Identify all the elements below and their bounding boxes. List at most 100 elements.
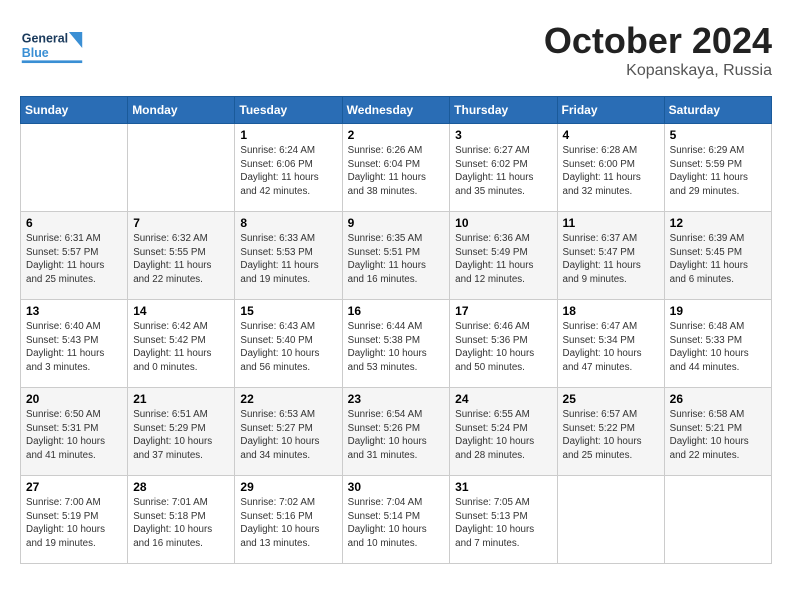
day-info: Sunrise: 6:42 AM Sunset: 5:42 PM Dayligh… bbox=[133, 320, 229, 375]
table-row: 22Sunrise: 6:53 AM Sunset: 5:27 PM Dayli… bbox=[235, 388, 342, 476]
day-info: Sunrise: 7:05 AM Sunset: 5:13 PM Dayligh… bbox=[455, 496, 551, 551]
header-thursday: Thursday bbox=[450, 97, 557, 124]
page-header: General Blue October 2024 Kopanskaya, Ru… bbox=[20, 20, 772, 80]
day-info: Sunrise: 6:50 AM Sunset: 5:31 PM Dayligh… bbox=[26, 408, 122, 463]
table-row: 3 Sunrise: 6:27 AM Sunset: 6:02 PM Daylig… bbox=[450, 124, 557, 212]
table-row: 31 Sunrise: 7:05 AM Sunset: 5:13 PM Dayli… bbox=[450, 476, 557, 564]
day-number: 11 bbox=[563, 216, 659, 230]
day-info: Sunrise: 6:36 AM Sunset: 5:49 PM Dayligh… bbox=[455, 232, 551, 287]
header-saturday: Saturday bbox=[664, 97, 771, 124]
calendar-table: Sunday Monday Tuesday Wednesday Thursday… bbox=[20, 96, 772, 564]
svg-text:Blue: Blue bbox=[22, 46, 49, 60]
day-info: Sunrise: 6:24 AM Sunset: 6:06 PM Dayligh… bbox=[240, 144, 336, 199]
day-info: Sunrise: 6:43 AM Sunset: 5:40 PM Dayligh… bbox=[240, 320, 336, 375]
day-number: 16 bbox=[348, 304, 445, 318]
day-info: Sunrise: 7:01 AM Sunset: 5:18 PM Dayligh… bbox=[133, 496, 229, 551]
day-number: 24 bbox=[455, 392, 551, 406]
day-number: 10 bbox=[455, 216, 551, 230]
day-number: 20 bbox=[26, 392, 122, 406]
table-row: 6 Sunrise: 6:31 AM Sunset: 5:57 PM Daylig… bbox=[21, 212, 128, 300]
calendar-week-3: 13 Sunrise: 6:40 AM Sunset: 5:43 PM Dayli… bbox=[21, 300, 772, 388]
calendar-header-row: Sunday Monday Tuesday Wednesday Thursday… bbox=[21, 97, 772, 124]
day-number: 2 bbox=[348, 128, 445, 142]
day-number: 9 bbox=[348, 216, 445, 230]
day-info: Sunrise: 6:39 AM Sunset: 5:45 PM Dayligh… bbox=[670, 232, 766, 287]
day-info: Sunrise: 6:44 AM Sunset: 5:38 PM Dayligh… bbox=[348, 320, 445, 375]
table-row: 13 Sunrise: 6:40 AM Sunset: 5:43 PM Dayli… bbox=[21, 300, 128, 388]
table-row: 8Sunrise: 6:33 AM Sunset: 5:53 PM Daylig… bbox=[235, 212, 342, 300]
day-info: Sunrise: 6:55 AM Sunset: 5:24 PM Dayligh… bbox=[455, 408, 551, 463]
table-row: 7Sunrise: 6:32 AM Sunset: 5:55 PM Daylig… bbox=[128, 212, 235, 300]
title-area: October 2024 Kopanskaya, Russia bbox=[544, 20, 772, 80]
day-number: 21 bbox=[133, 392, 229, 406]
day-number: 31 bbox=[455, 480, 551, 494]
day-number: 18 bbox=[563, 304, 659, 318]
table-row: 12 Sunrise: 6:39 AM Sunset: 5:45 PM Dayli… bbox=[664, 212, 771, 300]
day-number: 1 bbox=[240, 128, 336, 142]
table-row: 20 Sunrise: 6:50 AM Sunset: 5:31 PM Dayli… bbox=[21, 388, 128, 476]
table-row: 5Sunrise: 6:29 AM Sunset: 5:59 PM Daylig… bbox=[664, 124, 771, 212]
day-info: Sunrise: 7:00 AM Sunset: 5:19 PM Dayligh… bbox=[26, 496, 122, 551]
svg-text:General: General bbox=[22, 32, 68, 46]
day-number: 17 bbox=[455, 304, 551, 318]
day-info: Sunrise: 6:58 AM Sunset: 5:21 PM Dayligh… bbox=[670, 408, 766, 463]
day-number: 8 bbox=[240, 216, 336, 230]
table-row: 25 Sunrise: 6:57 AM Sunset: 5:22 PM Dayli… bbox=[557, 388, 664, 476]
logo: General Blue bbox=[20, 20, 100, 75]
day-number: 28 bbox=[133, 480, 229, 494]
day-number: 5 bbox=[670, 128, 766, 142]
table-row bbox=[664, 476, 771, 564]
table-row: 23 Sunrise: 6:54 AM Sunset: 5:26 PM Dayli… bbox=[342, 388, 450, 476]
day-info: Sunrise: 6:28 AM Sunset: 6:00 PM Dayligh… bbox=[563, 144, 659, 199]
day-info: Sunrise: 6:35 AM Sunset: 5:51 PM Dayligh… bbox=[348, 232, 445, 287]
day-number: 23 bbox=[348, 392, 445, 406]
day-info: Sunrise: 6:31 AM Sunset: 5:57 PM Dayligh… bbox=[26, 232, 122, 287]
day-info: Sunrise: 6:57 AM Sunset: 5:22 PM Dayligh… bbox=[563, 408, 659, 463]
table-row: 19 Sunrise: 6:48 AM Sunset: 5:33 PM Dayli… bbox=[664, 300, 771, 388]
day-number: 12 bbox=[670, 216, 766, 230]
day-number: 27 bbox=[26, 480, 122, 494]
day-info: Sunrise: 6:51 AM Sunset: 5:29 PM Dayligh… bbox=[133, 408, 229, 463]
day-number: 15 bbox=[240, 304, 336, 318]
logo-svg: General Blue bbox=[20, 20, 100, 75]
day-number: 6 bbox=[26, 216, 122, 230]
day-number: 19 bbox=[670, 304, 766, 318]
day-number: 30 bbox=[348, 480, 445, 494]
day-number: 7 bbox=[133, 216, 229, 230]
table-row: 27 Sunrise: 7:00 AM Sunset: 5:19 PM Dayli… bbox=[21, 476, 128, 564]
table-row: 15 Sunrise: 6:43 AM Sunset: 5:40 PM Dayli… bbox=[235, 300, 342, 388]
day-info: Sunrise: 6:40 AM Sunset: 5:43 PM Dayligh… bbox=[26, 320, 122, 375]
calendar-week-4: 20 Sunrise: 6:50 AM Sunset: 5:31 PM Dayli… bbox=[21, 388, 772, 476]
table-row: 9 Sunrise: 6:35 AM Sunset: 5:51 PM Daylig… bbox=[342, 212, 450, 300]
table-row: 10 Sunrise: 6:36 AM Sunset: 5:49 PM Dayli… bbox=[450, 212, 557, 300]
day-info: Sunrise: 6:47 AM Sunset: 5:34 PM Dayligh… bbox=[563, 320, 659, 375]
location: Kopanskaya, Russia bbox=[544, 62, 772, 80]
day-number: 29 bbox=[240, 480, 336, 494]
table-row: 26 Sunrise: 6:58 AM Sunset: 5:21 PM Dayli… bbox=[664, 388, 771, 476]
day-info: Sunrise: 6:27 AM Sunset: 6:02 PM Dayligh… bbox=[455, 144, 551, 199]
table-row: 11 Sunrise: 6:37 AM Sunset: 5:47 PM Dayli… bbox=[557, 212, 664, 300]
day-number: 26 bbox=[670, 392, 766, 406]
day-number: 3 bbox=[455, 128, 551, 142]
day-info: Sunrise: 6:48 AM Sunset: 5:33 PM Dayligh… bbox=[670, 320, 766, 375]
day-info: Sunrise: 6:54 AM Sunset: 5:26 PM Dayligh… bbox=[348, 408, 445, 463]
day-info: Sunrise: 6:46 AM Sunset: 5:36 PM Dayligh… bbox=[455, 320, 551, 375]
table-row: 21 Sunrise: 6:51 AM Sunset: 5:29 PM Dayli… bbox=[128, 388, 235, 476]
table-row: 28 Sunrise: 7:01 AM Sunset: 5:18 PM Dayli… bbox=[128, 476, 235, 564]
calendar-week-2: 6 Sunrise: 6:31 AM Sunset: 5:57 PM Daylig… bbox=[21, 212, 772, 300]
table-row: 29 Sunrise: 7:02 AM Sunset: 5:16 PM Dayli… bbox=[235, 476, 342, 564]
table-row: 16 Sunrise: 6:44 AM Sunset: 5:38 PM Dayli… bbox=[342, 300, 450, 388]
table-row: 18 Sunrise: 6:47 AM Sunset: 5:34 PM Dayli… bbox=[557, 300, 664, 388]
table-row: 24 Sunrise: 6:55 AM Sunset: 5:24 PM Dayli… bbox=[450, 388, 557, 476]
table-row: 30Sunrise: 7:04 AM Sunset: 5:14 PM Dayli… bbox=[342, 476, 450, 564]
day-info: Sunrise: 6:37 AM Sunset: 5:47 PM Dayligh… bbox=[563, 232, 659, 287]
month-title: October 2024 bbox=[544, 20, 772, 62]
header-sunday: Sunday bbox=[21, 97, 128, 124]
header-wednesday: Wednesday bbox=[342, 97, 450, 124]
day-info: Sunrise: 7:02 AM Sunset: 5:16 PM Dayligh… bbox=[240, 496, 336, 551]
table-row bbox=[128, 124, 235, 212]
calendar-week-5: 27 Sunrise: 7:00 AM Sunset: 5:19 PM Dayli… bbox=[21, 476, 772, 564]
day-number: 13 bbox=[26, 304, 122, 318]
day-number: 25 bbox=[563, 392, 659, 406]
table-row: 17 Sunrise: 6:46 AM Sunset: 5:36 PM Dayli… bbox=[450, 300, 557, 388]
